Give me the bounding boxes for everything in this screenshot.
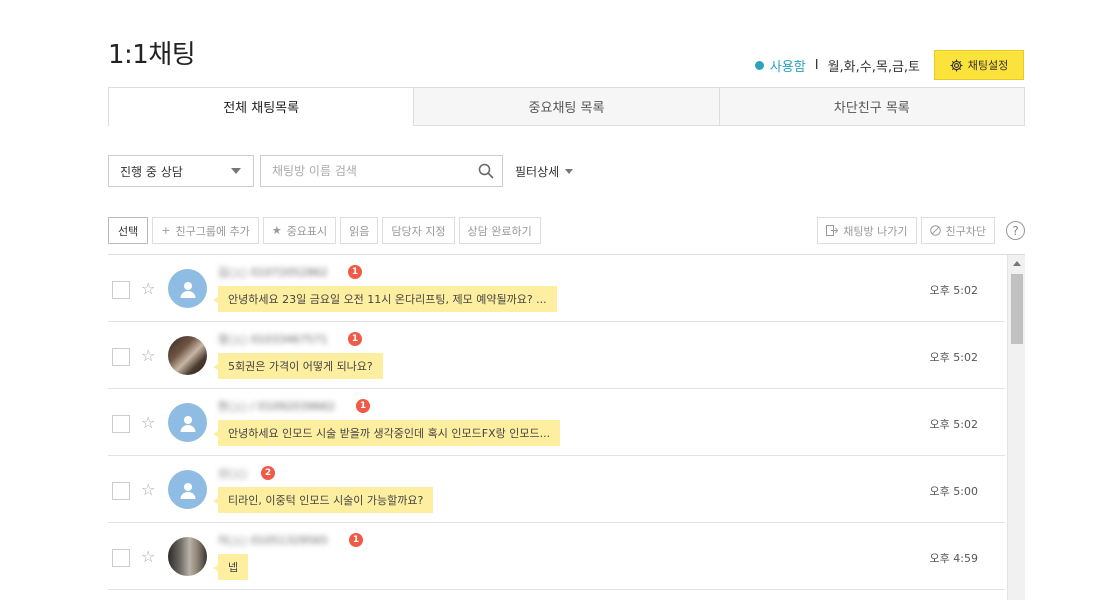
filter-detail-label: 필터상세 [515, 164, 560, 179]
chat-search-input[interactable] [261, 156, 470, 186]
message-time: 오후 5:02 [929, 418, 978, 431]
unread-badge: 1 [348, 332, 362, 346]
avatar [168, 269, 207, 308]
star-icon: ★ [271, 224, 282, 237]
star-icon[interactable]: ☆ [141, 481, 155, 499]
chat-row[interactable]: ☆ 신○○ 2 티라인, 이중턱 인모드 시술이 가능할까요? 오후 5:00 [108, 456, 1005, 523]
row-checkbox[interactable] [112, 415, 130, 433]
scroll-up-arrow-icon[interactable] [1008, 255, 1025, 272]
message-time: 오후 5:02 [929, 284, 978, 297]
avatar [168, 336, 207, 375]
chat-status-area: 사용함 I 월,화,수,목,금,토 채팅설정 [754, 50, 1024, 80]
unread-badge: 2 [261, 466, 275, 480]
last-message: 5회권은 가격이 어떻게 되나요? [213, 353, 383, 379]
help-icon[interactable]: ? [1006, 221, 1025, 240]
leave-chat-button[interactable]: 채팅방 나가기 [817, 217, 917, 244]
chat-search-box [260, 155, 503, 187]
chat-name: 정○○ 01033467571 [218, 333, 328, 346]
action-toolbar: 선택 + 친구그룹에 추가 ★ 중요표시 읽음 담당자 지정 상담 완료하기 채… [108, 217, 1025, 244]
row-checkbox[interactable] [112, 482, 130, 500]
user-icon [180, 281, 195, 298]
leave-chat-label: 채팅방 나가기 [843, 224, 908, 238]
chat-settings-button[interactable]: 채팅설정 [934, 50, 1024, 80]
row-checkbox[interactable] [112, 549, 130, 567]
chat-list: ☆ 김○○ 01072052862 1 안녕하세요 23일 금요일 오전 11시… [108, 254, 1025, 600]
star-icon[interactable]: ☆ [141, 280, 155, 298]
tab-important-chats[interactable]: 중요채팅 목록 [413, 88, 719, 125]
filter-row: 진행 중 상담 필터상세 [108, 155, 574, 187]
unread-badge: 1 [356, 399, 370, 413]
chat-row[interactable]: ☆ 한○○ / 01092039662 1 안녕하세요 인모드 시술 받을까 생… [108, 389, 1005, 456]
block-friend-button[interactable]: 친구차단 [920, 217, 995, 244]
select-button[interactable]: 선택 [108, 217, 149, 244]
add-to-group-button[interactable]: + 친구그룹에 추가 [152, 217, 259, 244]
vertical-scrollbar[interactable] [1007, 255, 1025, 600]
last-message: 안녕하세요 인모드 시술 받을까 생각중인데 혹시 인모드FX랑 인모드... [212, 420, 561, 446]
consult-status-select[interactable]: 진행 중 상담 [108, 155, 254, 187]
message-time: 오후 5:02 [929, 351, 978, 364]
status-separator: I [814, 57, 819, 73]
last-message: 안녕하세요 23일 금요일 오전 11시 온다리프팅, 제모 예약될까요? ..… [213, 286, 557, 312]
chat-status-text[interactable]: 사용함 [770, 56, 806, 75]
star-icon[interactable]: ☆ [141, 347, 155, 365]
user-icon [180, 415, 195, 432]
chat-row[interactable]: ☆ 정○○ 01033467571 1 5회권은 가격이 어떻게 되나요? 오후… [108, 322, 1005, 389]
tab-blocked-friends[interactable]: 차단친구 목록 [718, 88, 1024, 125]
avatar [168, 403, 207, 442]
last-message: 티라인, 이중턱 인모드 시술이 가능할까요? [212, 487, 434, 513]
status-dot-icon [754, 60, 764, 70]
last-message: 넵 [212, 554, 249, 580]
avatar [168, 537, 207, 576]
row-checkbox[interactable] [112, 281, 130, 299]
chevron-down-icon [231, 168, 241, 174]
chat-row[interactable]: ☆ 김○○ 01072052862 1 안녕하세요 23일 금요일 오전 11시… [108, 255, 1005, 322]
star-icon[interactable]: ☆ [141, 548, 155, 566]
page-title: 1:1채팅 [108, 40, 196, 70]
block-icon [929, 225, 941, 236]
chat-settings-label: 채팅설정 [967, 59, 1009, 72]
add-to-group-label: 친구그룹에 추가 [175, 224, 250, 238]
caret-down-icon [565, 168, 574, 174]
chat-name: 김○○ 01072052862 [218, 266, 328, 279]
chat-name: 한○○ / 01092039662 [218, 400, 335, 413]
operating-days: 월,화,수,목,금,토 [827, 59, 920, 75]
message-time: 오후 4:59 [929, 552, 978, 565]
exit-icon [826, 225, 839, 236]
unread-badge: 1 [348, 265, 362, 279]
chat-name: 이○○ 01051329565 [218, 534, 328, 547]
star-icon[interactable]: ☆ [141, 414, 155, 432]
block-friend-label: 친구차단 [945, 224, 986, 238]
message-time: 오후 5:00 [929, 485, 978, 498]
gear-icon [950, 58, 963, 72]
tab-all-chats[interactable]: 전체 채팅목록 [109, 88, 414, 126]
user-icon [180, 482, 195, 499]
search-icon[interactable] [470, 156, 502, 186]
assign-manager-button[interactable]: 담당자 지정 [382, 217, 455, 244]
mark-important-label: 중요표시 [286, 224, 328, 238]
avatar [168, 470, 207, 509]
chat-row[interactable]: ☆ 이○○ 01051329565 1 넵 오후 4:59 [108, 523, 1005, 590]
complete-consult-button[interactable]: 상담 완료하기 [458, 217, 541, 244]
consult-status-value: 진행 중 상담 [120, 164, 183, 179]
filter-detail-toggle[interactable]: 필터상세 [515, 163, 574, 180]
mark-read-button[interactable]: 읽음 [340, 217, 379, 244]
plus-icon: + [161, 224, 171, 237]
chat-name: 신○○ [218, 467, 248, 480]
scroll-thumb[interactable] [1011, 274, 1023, 344]
row-checkbox[interactable] [112, 348, 130, 366]
unread-badge: 1 [349, 533, 363, 547]
mark-important-button[interactable]: ★ 중요표시 [262, 217, 337, 244]
chat-list-tabs: 전체 채팅목록 중요채팅 목록 차단친구 목록 [108, 87, 1025, 126]
